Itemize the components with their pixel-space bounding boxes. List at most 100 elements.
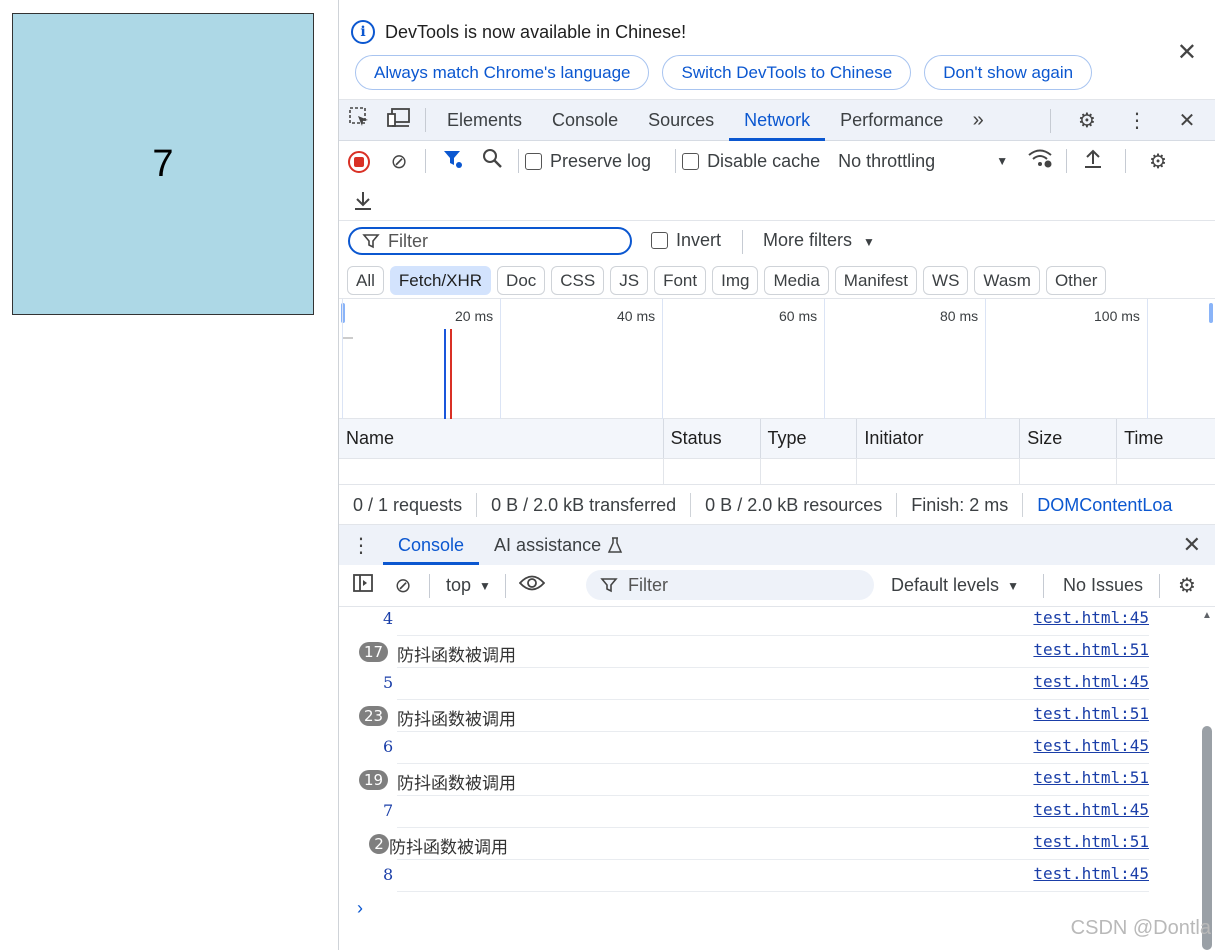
clear-icon[interactable]: ⊘ (379, 149, 419, 174)
network-overview-timeline[interactable]: 20 ms 40 ms 60 ms 80 ms 100 ms (339, 299, 1215, 419)
close-drawer-icon[interactable]: ✕ (1183, 532, 1201, 558)
timeline-gridline (342, 299, 343, 419)
type-all[interactable]: All (347, 266, 384, 295)
domcontentloaded-marker (444, 329, 446, 419)
kebab-menu-icon[interactable]: ⋮ (1117, 108, 1157, 133)
tab-console[interactable]: Console (537, 100, 633, 141)
clear-console-icon[interactable]: ⊘ (383, 573, 423, 598)
record-stop-icon[interactable] (339, 150, 379, 173)
network-conditions-icon[interactable] (1020, 147, 1060, 175)
source-link[interactable]: test.html:45 (1033, 736, 1149, 755)
context-select[interactable]: top ▼ (446, 575, 491, 596)
column-type[interactable]: Type (761, 419, 858, 458)
flask-icon (607, 537, 623, 553)
load-event-marker (450, 329, 452, 419)
tab-performance[interactable]: Performance (825, 100, 958, 141)
type-ws[interactable]: WS (923, 266, 969, 295)
divider (1125, 149, 1127, 173)
counter-box: 7 (12, 13, 314, 315)
timeline-tick-label: 60 ms (779, 308, 818, 324)
console-toolbar: ⊘ top ▼ Filter Default levels ▼ No Issues … (339, 565, 1215, 607)
type-fetch-xhr[interactable]: Fetch/XHR (389, 266, 492, 295)
device-toolbar-icon[interactable] (379, 106, 419, 134)
console-message: 4 test.html:45 (383, 604, 1149, 636)
close-infobar-icon[interactable]: ✕ (1177, 38, 1197, 67)
divider (425, 108, 426, 132)
log-levels-dropdown[interactable]: Default levels ▼ (891, 575, 1019, 596)
type-manifest[interactable]: Manifest (834, 266, 918, 295)
filter-icon (600, 578, 618, 593)
log-value: 4 (383, 609, 394, 628)
invert-checkbox[interactable]: Invert (651, 230, 721, 251)
main-tabbar: Elements Console Sources Network Perform… (339, 100, 1215, 141)
drawer-menu-icon[interactable]: ⋮ (339, 533, 383, 558)
divider (425, 149, 426, 173)
tab-network[interactable]: Network (729, 100, 826, 141)
import-har-icon[interactable] (1073, 147, 1113, 175)
tab-elements[interactable]: Elements (432, 100, 537, 141)
timeline-right-handle[interactable] (1209, 303, 1213, 323)
type-js[interactable]: JS (610, 266, 649, 295)
drawer-tabbar: ⋮ Console AI assistance ✕ (339, 525, 1215, 565)
filter-funnel-icon[interactable] (432, 147, 472, 175)
scroll-up-arrow-icon[interactable]: ▲ (1202, 610, 1212, 621)
close-devtools-icon[interactable]: ✕ (1167, 108, 1207, 133)
devtools-panel: i DevTools is now available in Chinese! … (338, 0, 1215, 950)
export-har-icon[interactable] (343, 189, 383, 217)
network-settings-icon[interactable]: ⚙ (1138, 149, 1178, 174)
type-img[interactable]: Img (712, 266, 759, 295)
timeline-tick-label: 100 ms (1094, 308, 1140, 324)
live-expression-eye-icon[interactable] (512, 573, 552, 599)
inspect-element-icon[interactable] (339, 106, 379, 134)
disable-cache-checkbox[interactable]: Disable cache (682, 151, 820, 172)
source-link[interactable]: test.html:51 (1033, 832, 1149, 851)
timeline-gridline (824, 299, 825, 419)
tab-sources[interactable]: Sources (633, 100, 729, 141)
drawer-tab-console[interactable]: Console (383, 525, 480, 565)
console-filter-input[interactable]: Filter (586, 570, 874, 600)
source-link[interactable]: test.html:51 (1033, 704, 1149, 723)
log-value: 8 (383, 865, 394, 884)
type-css[interactable]: CSS (551, 266, 605, 295)
type-doc[interactable]: Doc (497, 266, 546, 295)
preserve-log-checkbox[interactable]: Preserve log (525, 151, 651, 172)
settings-gear-icon[interactable]: ⚙ (1067, 108, 1107, 133)
column-time[interactable]: Time (1117, 419, 1215, 458)
match-language-button[interactable]: Always match Chrome's language (355, 55, 650, 90)
source-link[interactable]: test.html:45 (1033, 864, 1149, 883)
search-icon[interactable] (472, 147, 512, 175)
divider (1066, 149, 1068, 173)
type-other[interactable]: Other (1045, 266, 1107, 295)
column-initiator[interactable]: Initiator (857, 419, 1021, 458)
column-size[interactable]: Size (1020, 419, 1118, 458)
console-message: 6 test.html:45 (383, 732, 1149, 764)
column-status[interactable]: Status (664, 419, 761, 458)
more-filters-dropdown[interactable]: More filters ▼ (763, 230, 875, 251)
source-link[interactable]: test.html:45 (1033, 800, 1149, 819)
sidebar-toggle-icon[interactable] (343, 572, 383, 600)
switch-chinese-button[interactable]: Switch DevTools to Chinese (662, 55, 912, 90)
type-wasm[interactable]: Wasm (974, 266, 1040, 295)
issues-button[interactable]: No Issues (1063, 575, 1143, 596)
infobar-message: DevTools is now available in Chinese! (385, 21, 687, 42)
type-font[interactable]: Font (654, 266, 707, 295)
source-link[interactable]: test.html:51 (1033, 640, 1149, 659)
timeline-gridline (1147, 299, 1148, 419)
source-link[interactable]: test.html:45 (1033, 608, 1149, 627)
type-media[interactable]: Media (764, 266, 829, 295)
log-levels-label: Default levels (891, 575, 1000, 595)
drawer-tab-ai-assistance[interactable]: AI assistance (479, 525, 638, 565)
more-tabs-icon[interactable]: » (958, 109, 998, 132)
dont-show-again-button[interactable]: Don't show again (924, 55, 1093, 90)
console-prompt-chevron-icon[interactable]: › (357, 898, 363, 919)
throttling-value: No throttling (838, 150, 936, 171)
throttling-select[interactable]: No throttling ▼ (838, 151, 1008, 172)
console-scrollbar[interactable]: ▲ (1199, 604, 1215, 950)
source-link[interactable]: test.html:45 (1033, 672, 1149, 691)
console-settings-icon[interactable]: ⚙ (1167, 573, 1207, 598)
repeat-count-badge: 19 (359, 770, 389, 790)
column-name[interactable]: Name (339, 419, 664, 458)
dropdown-arrow-icon: ▼ (479, 578, 491, 593)
network-filter-input[interactable]: Filter (348, 227, 632, 255)
source-link[interactable]: test.html:51 (1033, 768, 1149, 787)
